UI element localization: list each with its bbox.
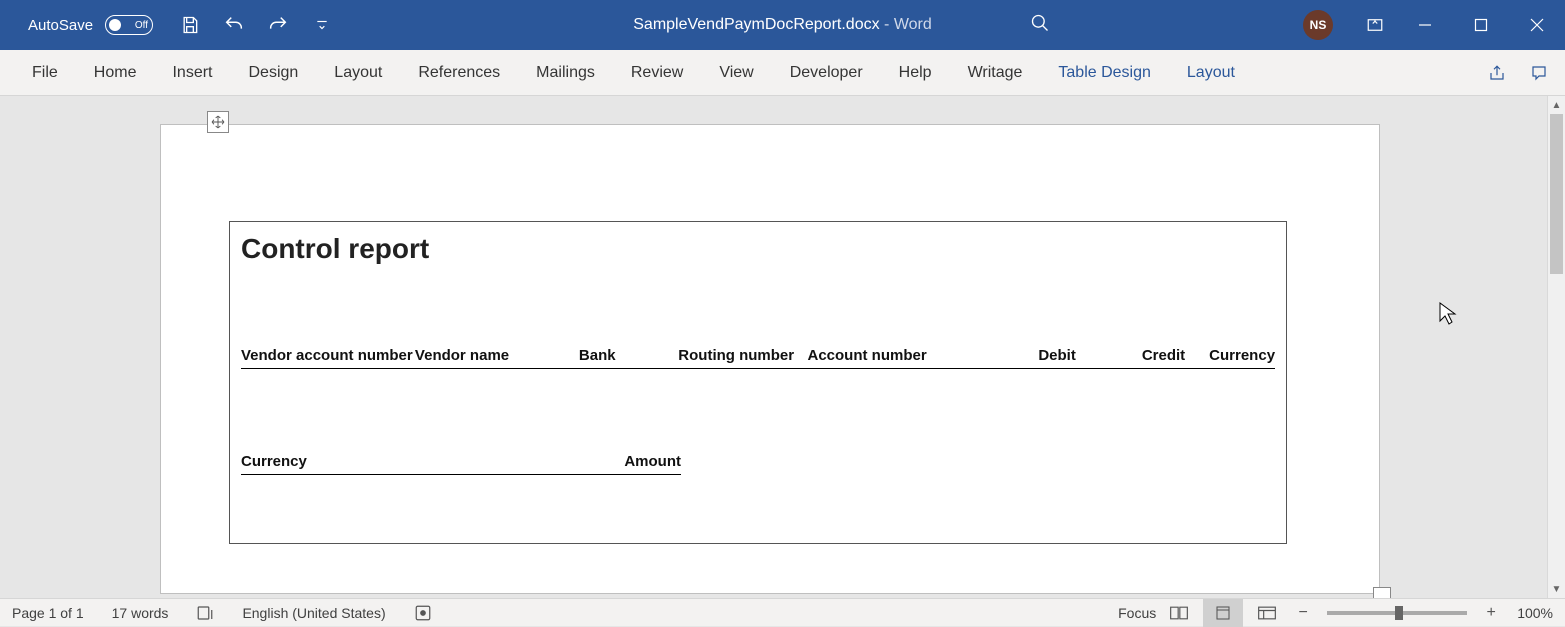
share-button[interactable]: [1479, 55, 1515, 91]
app-name: - Word: [880, 16, 932, 33]
autosave-state: Off: [135, 20, 148, 31]
focus-mode-button[interactable]: Focus: [1115, 599, 1155, 627]
tab-writage[interactable]: Writage: [950, 50, 1041, 95]
ribbon-tabs: File Home Insert Design Layout Reference…: [0, 50, 1565, 96]
col-account-number[interactable]: Account number: [808, 347, 967, 364]
macro-status[interactable]: [414, 604, 432, 622]
tab-insert[interactable]: Insert: [154, 50, 230, 95]
tab-home[interactable]: Home: [76, 50, 155, 95]
scroll-down-arrow[interactable]: ▼: [1548, 580, 1565, 598]
tab-developer[interactable]: Developer: [772, 50, 881, 95]
zoom-level[interactable]: 100%: [1517, 605, 1553, 621]
autosave-toggle-dot: [109, 19, 121, 31]
document-area[interactable]: Control report Vendor account number Ven…: [0, 96, 1565, 598]
zoom-slider-thumb[interactable]: [1395, 606, 1403, 620]
tab-references[interactable]: References: [400, 50, 518, 95]
web-layout-button[interactable]: [1247, 599, 1287, 627]
autosave-toggle[interactable]: Off: [105, 15, 153, 35]
read-mode-button[interactable]: [1159, 599, 1199, 627]
status-bar-right: Focus − + 100%: [1115, 599, 1553, 627]
spelling-status[interactable]: [196, 604, 214, 622]
focus-label: Focus: [1118, 605, 1156, 621]
maximize-button[interactable]: [1453, 0, 1509, 50]
col-vendor-name[interactable]: Vendor name: [415, 347, 579, 364]
window-controls: NS: [1303, 0, 1565, 50]
zoom-slider[interactable]: [1327, 611, 1467, 615]
tab-mailings[interactable]: Mailings: [518, 50, 613, 95]
col-credit[interactable]: Credit: [1076, 347, 1185, 364]
col2-currency[interactable]: Currency: [241, 453, 591, 470]
ribbon-right-actions: [1479, 50, 1565, 95]
col-debit[interactable]: Debit: [967, 347, 1076, 364]
tab-view[interactable]: View: [701, 50, 771, 95]
tab-help[interactable]: Help: [881, 50, 950, 95]
language-text: English (United States): [242, 605, 385, 621]
table2-header-row: Currency Amount: [241, 453, 681, 475]
document-title[interactable]: Control report: [241, 233, 429, 265]
customize-qat-button[interactable]: [303, 6, 341, 44]
document-name: SampleVendPaymDocReport.docx: [633, 16, 879, 33]
search-button[interactable]: [1030, 13, 1050, 38]
scroll-up-arrow[interactable]: ▲: [1548, 96, 1565, 114]
word-count-text: 17 words: [112, 605, 169, 621]
tab-file[interactable]: File: [14, 50, 76, 95]
language-status[interactable]: English (United States): [242, 605, 385, 621]
zoom-in-button[interactable]: +: [1479, 601, 1503, 625]
col2-amount[interactable]: Amount: [591, 453, 681, 470]
vertical-scrollbar[interactable]: ▲ ▼: [1547, 96, 1565, 598]
tab-table-design[interactable]: Table Design: [1040, 50, 1169, 95]
tab-design[interactable]: Design: [230, 50, 316, 95]
close-button[interactable]: [1509, 0, 1565, 50]
table1-header-row: Vendor account number Vendor name Bank R…: [241, 347, 1275, 369]
tab-layout[interactable]: Layout: [316, 50, 400, 95]
autosave-label: AutoSave: [28, 17, 93, 34]
window-title: SampleVendPaymDocReport.docx - Word: [633, 16, 932, 34]
table-resize-handle[interactable]: [1373, 587, 1391, 598]
title-bar: AutoSave Off SampleVendPaymDocReport.doc…: [0, 0, 1565, 50]
quick-access-toolbar: AutoSave Off: [0, 6, 341, 44]
ribbon-display-options-button[interactable]: [1353, 0, 1397, 50]
tab-table-layout[interactable]: Layout: [1169, 50, 1253, 95]
scroll-track[interactable]: [1548, 114, 1565, 580]
col-vendor-account-number[interactable]: Vendor account number: [241, 347, 415, 364]
col-routing-number[interactable]: Routing number: [678, 347, 807, 364]
scroll-thumb[interactable]: [1550, 114, 1563, 274]
page-info-text: Page 1 of 1: [12, 605, 84, 621]
mouse-cursor-icon: [1438, 301, 1458, 330]
user-initials: NS: [1310, 18, 1327, 32]
page-info[interactable]: Page 1 of 1: [12, 605, 84, 621]
zoom-out-button[interactable]: −: [1291, 601, 1315, 625]
col-currency[interactable]: Currency: [1185, 347, 1275, 364]
undo-button[interactable]: [215, 6, 253, 44]
save-button[interactable]: [171, 6, 209, 44]
page[interactable]: Control report Vendor account number Ven…: [160, 124, 1380, 594]
document-table-outline[interactable]: [229, 221, 1287, 544]
tab-review[interactable]: Review: [613, 50, 701, 95]
comments-button[interactable]: [1521, 55, 1557, 91]
status-bar: Page 1 of 1 17 words English (United Sta…: [0, 598, 1565, 626]
redo-button[interactable]: [259, 6, 297, 44]
print-layout-button[interactable]: [1203, 599, 1243, 627]
table-move-handle[interactable]: [207, 111, 229, 133]
col-bank[interactable]: Bank: [579, 347, 678, 364]
minimize-button[interactable]: [1397, 0, 1453, 50]
user-avatar[interactable]: NS: [1303, 10, 1333, 40]
word-count[interactable]: 17 words: [112, 605, 169, 621]
